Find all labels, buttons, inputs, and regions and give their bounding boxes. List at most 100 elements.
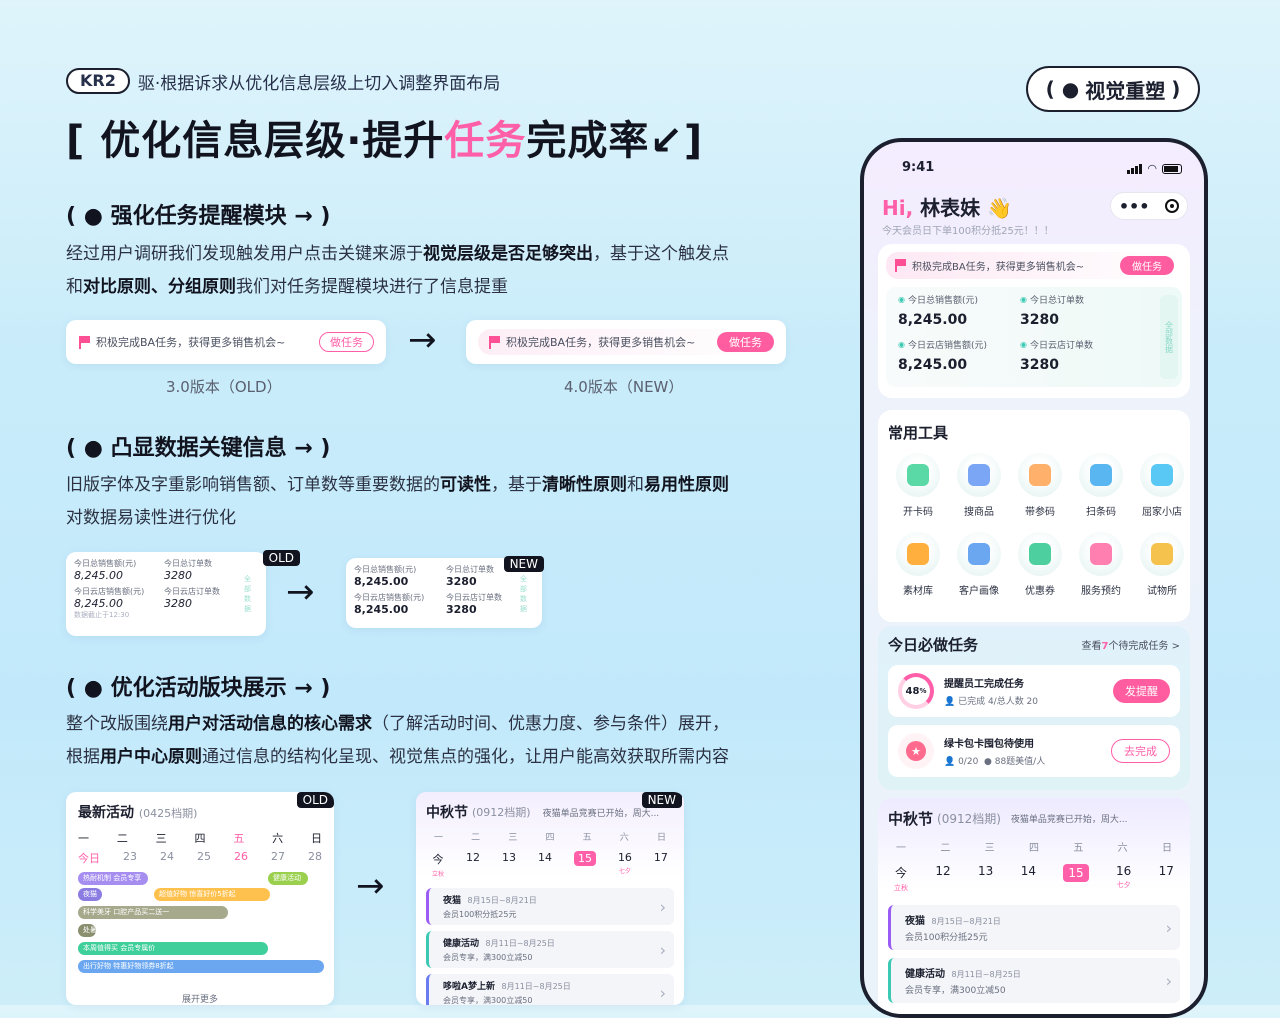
calendar-day[interactable]: 26 (234, 850, 248, 866)
activity-bar[interactable]: 本周值得买 会员专属价 (78, 942, 268, 955)
calendar-day[interactable]: 12 (466, 851, 480, 878)
calendar-day[interactable]: 17 (654, 851, 668, 878)
kr-text: 驱·根据诉求从优化信息层级上切入调整界面布局 (137, 73, 501, 94)
old-tag: OLD (296, 792, 334, 808)
task-item-2: ★ 绿卡包卡囤包待使用 👤 0/20 ● 88题美值/人 去完成 (888, 725, 1180, 777)
capsule-menu[interactable]: ••• (1110, 192, 1188, 220)
activity-sub: 会员100积分抵25元 (905, 933, 988, 943)
tool-item[interactable]: 优惠券 (1010, 532, 1070, 597)
weekday-label: 日 (656, 833, 666, 843)
weekday-label: 一 (896, 843, 906, 854)
activity-item[interactable]: 哆啦A梦上新 8月11日~8月25日 会员专享，满300立减50 › (426, 974, 674, 1005)
calendar-day[interactable]: 13 (502, 851, 516, 878)
page-title: [ 优化信息层级·提升任务完成率↙] (66, 108, 703, 166)
activity-item[interactable]: 健康活动 8月11日~8月25日 会员专享，满300立减50 › (426, 931, 674, 968)
tool-item[interactable]: 客户画像 (949, 532, 1009, 597)
close-circle-icon[interactable] (1165, 199, 1180, 213)
activity-item[interactable]: 健康活动 8月11日~8月25日 会员专享，满300立减50 › (888, 958, 1180, 1003)
calendar-day[interactable]: 今日 (78, 850, 100, 866)
activity-date: 8月11日~8月25日 (483, 939, 555, 948)
tool-item[interactable]: 服务预约 (1071, 532, 1131, 597)
calendar-day[interactable]: 今立秋 (432, 851, 444, 878)
expand-more-link[interactable]: 展开更多 (78, 992, 322, 1005)
calendar-day[interactable]: 今立秋 (894, 864, 908, 893)
calendar-day-number: 今 (894, 866, 907, 880)
tool-label: 搜商品 (964, 507, 994, 518)
do-task-old-button[interactable]: 做任务 (319, 332, 374, 352)
tasks-title: 今日必做任务 (888, 636, 979, 654)
tool-icon (1018, 532, 1062, 576)
weekday-label: 三 (155, 832, 167, 845)
stat-label: ◉ 今日云店销售额(元) (898, 338, 1020, 351)
activity-bar[interactable]: 出行好物 特惠好物领券8折起 (78, 960, 324, 973)
section-head-1: ( ● 强化任务提醒模块 → ) (66, 204, 331, 229)
chevron-right-icon: › (1165, 918, 1172, 937)
calendar-day[interactable]: 15 (1063, 864, 1089, 893)
more-icon[interactable]: ••• (1119, 197, 1150, 216)
activity-date: 8月11日~8月25日 (949, 970, 1021, 979)
calendar-day[interactable]: 16 七夕 (618, 851, 632, 878)
activity-bar[interactable]: 健康活动 (268, 872, 308, 885)
calendar-day[interactable]: 27 (271, 850, 285, 866)
activity-item[interactable]: 夜猫 8月15日~8月21日 会员100积分抵25元 › (888, 905, 1180, 950)
tool-icon (896, 453, 940, 497)
calendar-day-number: 14 (1020, 864, 1036, 878)
remind-old: 积极完成BA任务，获得更多销售机会~ 做任务 (66, 320, 386, 364)
activity-bar[interactable]: 处暑 (78, 924, 96, 937)
title-highlight: 任务 (444, 118, 527, 164)
calendar-day[interactable]: 12 (935, 864, 950, 893)
stat-item: ◉ 今日云店订单数 3280 (1020, 338, 1130, 373)
visual-tag: ( ● 视觉重塑 ) (1026, 66, 1200, 112)
activity-bar[interactable]: 热耐机制 会员专享 (78, 872, 148, 885)
do-task-button[interactable]: 做任务 (1120, 256, 1174, 275)
send-remind-button[interactable]: 发提醒 (1113, 679, 1170, 703)
tasks-more-link[interactable]: 查看7个待完成任务 > (1081, 637, 1180, 652)
weekday-label: 日 (1161, 843, 1172, 854)
tool-glyph-icon (1090, 464, 1112, 486)
tool-item[interactable]: 屈家小店 (1132, 453, 1192, 518)
do-task-new-button[interactable]: 做任务 (717, 332, 774, 352)
battery-icon (1162, 163, 1182, 174)
tool-item[interactable]: 开卡码 (888, 453, 948, 518)
calendar-day[interactable]: 23 (123, 850, 137, 866)
activity-item[interactable]: 夜猫 8月15日~8月21日 会员100积分抵25元 › (426, 888, 674, 925)
calendar-day[interactable]: 25 (197, 850, 211, 866)
tool-label: 素材库 (903, 586, 933, 597)
calendar-day-number: 16 (617, 851, 632, 864)
tool-item[interactable]: 扫条码 (1071, 453, 1131, 518)
status-icons: ◠ (1127, 162, 1182, 175)
calendar-day[interactable]: 24 (160, 850, 174, 866)
task-item-1: 48% 提醒员工完成任务 👤 已完成 4/总人数 20 发提醒 (888, 665, 1180, 717)
star-icon: ★ (898, 733, 934, 769)
calendar-day[interactable]: 28 (308, 850, 322, 866)
tool-item[interactable]: 素材库 (888, 532, 948, 597)
stats-grid: ◉ 今日总销售额(元) 8,245.00 ◉ 今日总订单数 3280 ◉ 今日云店销售额(元)… (886, 287, 1182, 387)
activity-bar[interactable]: 科学美牙 口腔产品买二送一 (78, 906, 228, 919)
stat-label-text: 今日总销售额(元) (907, 296, 979, 306)
new-caption: 4.0版本（NEW） (564, 378, 684, 396)
stat-label-text: 今日云店销售额(元) (907, 341, 988, 351)
calendar-day[interactable]: 15 (573, 851, 596, 878)
calendar-day-number: 12 (466, 851, 480, 864)
tool-item[interactable]: 带参码 (1010, 453, 1070, 518)
task-remind: 积极完成BA任务，获得更多销售机会~ 做任务 (886, 252, 1182, 279)
go-complete-button[interactable]: 去完成 (1111, 739, 1170, 763)
activity-bar[interactable]: 夜猫 (78, 888, 102, 901)
tool-item[interactable]: 试物所 (1132, 532, 1192, 597)
activity-name: 夜猫 (443, 896, 462, 906)
calendar-day[interactable]: 14 (1021, 864, 1036, 893)
calendar-day[interactable]: 16 七夕 (1116, 864, 1131, 893)
flag-icon (78, 335, 90, 349)
calendar-day[interactable]: 13 (978, 864, 993, 893)
weekday-label: 三 (984, 843, 995, 854)
activity-bar[interactable]: 超值好物 惊喜好价5折起 (154, 888, 270, 901)
calendar-day-note: 七夕 (618, 868, 631, 875)
calendar-day[interactable]: 14 (538, 851, 552, 878)
all-data-link[interactable]: 全部数据 (1160, 295, 1178, 379)
tool-icon (1079, 453, 1123, 497)
tool-icon (957, 453, 1001, 497)
calendar-day[interactable]: 17 (1159, 864, 1174, 893)
flag-icon (894, 259, 906, 272)
tool-item[interactable]: 搜商品 (949, 453, 1009, 518)
stat-label: ◉ 今日云店订单数 (1020, 338, 1130, 351)
